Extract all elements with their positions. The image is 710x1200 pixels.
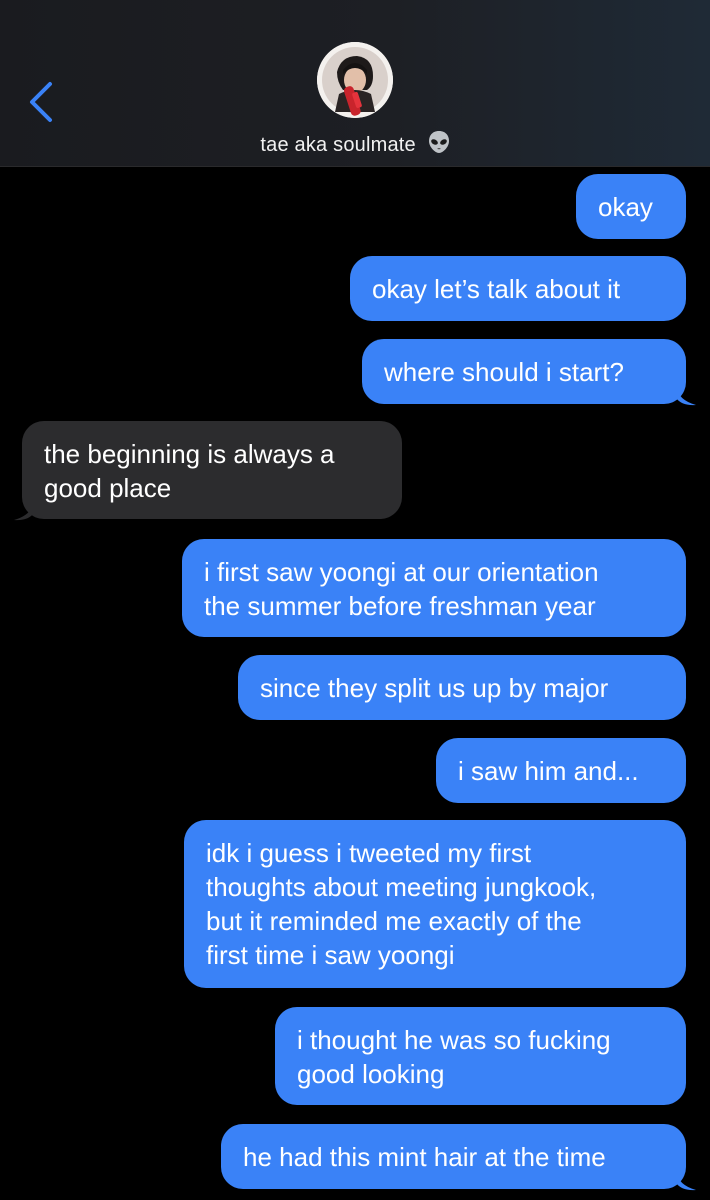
message-bubble-outgoing[interactable]: okay	[576, 174, 686, 239]
alien-icon	[428, 130, 450, 160]
bubble-tail-outgoing	[676, 1171, 696, 1191]
message-bubble-outgoing[interactable]: i saw him and...	[436, 738, 686, 803]
message-text: okay	[598, 191, 653, 222]
message-text: okay let’s talk about it	[372, 273, 621, 304]
message-bubble-outgoing[interactable]: idk i guess i tweeted my first thoughts …	[184, 820, 686, 988]
message-bubble-outgoing[interactable]: i thought he was so fucking good looking	[275, 1007, 686, 1105]
message-text-block: the beginning is always a good place	[44, 437, 335, 505]
message-text: since they split us up by major	[260, 672, 609, 703]
back-button[interactable]	[22, 78, 62, 126]
bubble-tail-outgoing	[676, 386, 696, 406]
conversation-header: tae aka soulmate	[0, 0, 710, 167]
message-text: good place	[44, 473, 172, 503]
message-text: i thought he was so fucking	[297, 1025, 611, 1055]
chevron-left-icon	[30, 82, 52, 122]
message-text: the beginning is always a	[44, 439, 335, 469]
message-text: thoughts about meeting jungkook,	[206, 872, 597, 902]
message-text: first time i saw yoongi	[206, 940, 455, 970]
message-bubble-outgoing[interactable]: he had this mint hair at the time	[221, 1124, 686, 1189]
message-text-block: idk i guess i tweeted my first thoughts …	[206, 836, 596, 972]
contact-name-label: tae aka soulmate	[260, 134, 416, 156]
message-text: where should i start?	[384, 356, 624, 387]
message-text-block: i thought he was so fucking good looking	[297, 1023, 611, 1091]
message-text: but it reminded me exactly of the	[206, 906, 582, 936]
message-text: he had this mint hair at the time	[243, 1141, 606, 1172]
message-bubble-outgoing[interactable]: i first saw yoongi at our orientation th…	[182, 539, 686, 637]
contact-avatar[interactable]	[317, 42, 393, 118]
message-text: idk i guess i tweeted my first	[206, 838, 532, 868]
message-bubble-incoming[interactable]: the beginning is always a good place	[22, 421, 402, 519]
bubble-tail-incoming	[14, 501, 34, 521]
message-text: i saw him and...	[458, 755, 639, 786]
message-bubble-outgoing[interactable]: okay let’s talk about it	[350, 256, 686, 321]
avatar-image	[317, 42, 393, 118]
message-text: good looking	[297, 1059, 445, 1089]
contact-name[interactable]: tae aka soulmate	[0, 130, 710, 160]
message-text: i first saw yoongi at our orientation	[204, 557, 599, 587]
message-text-block: i first saw yoongi at our orientation th…	[204, 555, 599, 623]
message-bubble-outgoing[interactable]: where should i start?	[362, 339, 686, 404]
message-text: the summer before freshman year	[204, 591, 596, 621]
message-bubble-outgoing[interactable]: since they split us up by major	[238, 655, 686, 720]
